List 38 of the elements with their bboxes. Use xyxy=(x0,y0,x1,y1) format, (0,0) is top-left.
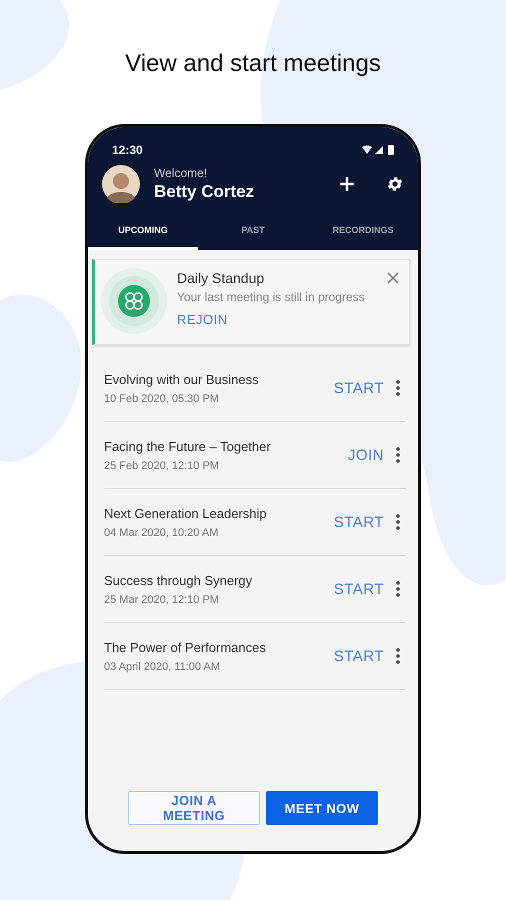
ongoing-meeting-title: Daily Standup xyxy=(177,270,266,286)
meeting-title: Next Generation Leadership xyxy=(104,506,268,520)
more-options-icon[interactable] xyxy=(396,514,400,530)
meeting-action-button[interactable]: START xyxy=(332,376,386,400)
meeting-title: Success through Synergy xyxy=(104,572,254,588)
rejoin-button[interactable]: REJOIN xyxy=(177,310,228,329)
meeting-title: Facing the Future – Together xyxy=(104,438,272,454)
settings-icon[interactable] xyxy=(386,175,404,193)
join-meeting-button[interactable]: JOIN A MEETING xyxy=(128,791,260,825)
meeting-action-button[interactable]: START xyxy=(332,576,386,602)
avatar xyxy=(102,165,140,203)
status-icons xyxy=(362,145,396,155)
user-name: Betty Cortez xyxy=(154,182,256,202)
meeting-logo-icon xyxy=(101,268,167,334)
meeting-action-button[interactable]: JOIN xyxy=(346,442,386,468)
meeting-title: The Power of Performances xyxy=(104,640,267,654)
more-options-icon[interactable] xyxy=(396,581,400,597)
meeting-action-button[interactable]: START xyxy=(332,510,386,534)
meeting-time: 25 Mar 2020, 12:10 PM xyxy=(104,594,220,606)
more-options-icon[interactable] xyxy=(396,447,400,463)
tab[interactable]: PAST xyxy=(198,217,308,250)
meeting-title: Evolving with our Business xyxy=(104,372,260,386)
ongoing-meeting-message: Your last meeting is still in progress xyxy=(177,290,366,304)
status-time: 12:30 xyxy=(112,143,143,157)
welcome-text: Welcome! xyxy=(154,166,208,180)
meeting-time: 10 Feb 2020, 05:30 PM xyxy=(104,392,220,404)
tab[interactable]: RECORDINGS xyxy=(308,217,418,250)
meeting-time: 25 Feb 2020, 12:10 PM xyxy=(104,460,220,472)
close-icon[interactable] xyxy=(387,272,399,284)
meeting-time: 04 Mar 2020, 10:20 AM xyxy=(104,526,220,538)
more-options-icon[interactable] xyxy=(396,648,400,664)
meeting-time: 03 April 2020, 11:00 AM xyxy=(104,660,221,672)
meet-now-button[interactable]: MEET NOW xyxy=(266,791,378,825)
more-options-icon[interactable] xyxy=(396,380,400,396)
tab[interactable]: UPCOMING xyxy=(88,217,198,250)
add-icon[interactable] xyxy=(338,175,356,193)
meeting-action-button[interactable]: START xyxy=(332,644,386,668)
page-heading: View and start meetings xyxy=(125,50,381,79)
